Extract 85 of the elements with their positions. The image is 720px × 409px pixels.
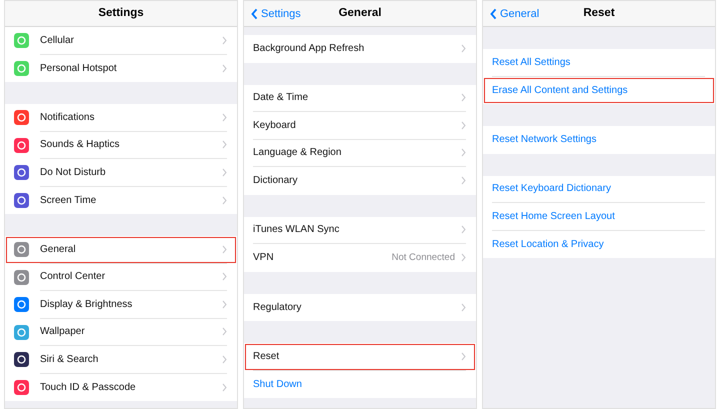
chevron-icon bbox=[222, 354, 227, 364]
list-row[interactable]: Reset bbox=[244, 343, 476, 370]
row-label: iTunes WLAN Sync bbox=[253, 223, 340, 238]
list-row[interactable]: Reset Keyboard Dictionary bbox=[483, 176, 715, 203]
list-row[interactable]: Screen Time bbox=[5, 186, 237, 214]
chevron-icon bbox=[461, 176, 466, 186]
chevron-icon bbox=[222, 64, 227, 73]
list-row[interactable]: Touch ID & Passcode bbox=[5, 374, 237, 401]
row-label: Sounds & Haptics bbox=[40, 138, 120, 152]
row-label: Siri & Search bbox=[40, 352, 100, 367]
row-label: Touch ID & Passcode bbox=[40, 380, 137, 395]
list-row[interactable]: VPN Not Connected bbox=[244, 244, 476, 272]
row-label: Reset Location & Privacy bbox=[492, 238, 605, 252]
list-row[interactable]: Cellular bbox=[5, 27, 237, 54]
row-label: Reset Network Settings bbox=[492, 133, 598, 148]
chevron-icon bbox=[461, 120, 466, 130]
row-label: Wallpaper bbox=[40, 325, 86, 340]
row-value: Not Connected bbox=[392, 250, 455, 265]
list-row[interactable]: Notifications bbox=[5, 104, 237, 132]
back-link[interactable]: General bbox=[490, 6, 540, 22]
list-row[interactable]: Sounds & Haptics bbox=[5, 132, 237, 159]
row-label: VPN bbox=[253, 251, 275, 266]
row-label: Screen Time bbox=[40, 194, 98, 208]
row-label: General bbox=[40, 242, 77, 257]
chevron-icon bbox=[222, 327, 227, 336]
chevron-icon bbox=[222, 244, 227, 254]
chevron-icon bbox=[222, 272, 227, 282]
row-label: Reset Keyboard Dictionary bbox=[492, 182, 612, 196]
row-label: Keyboard bbox=[253, 118, 297, 133]
screen-title: Reset bbox=[583, 6, 615, 21]
row-label: Reset All Settings bbox=[492, 56, 572, 70]
list-row[interactable]: Siri & Search bbox=[5, 346, 237, 374]
row-label: Background App Refresh bbox=[253, 42, 366, 56]
row-label: Regulatory bbox=[253, 300, 302, 315]
list-row[interactable]: Keyboard bbox=[244, 112, 476, 140]
chevron-icon bbox=[222, 300, 227, 309]
list-row[interactable]: Personal Hotspot bbox=[5, 54, 237, 82]
row-label: Language & Region bbox=[253, 146, 342, 160]
row-label: Reset Home Screen Layout bbox=[492, 210, 616, 224]
chevron-icon bbox=[461, 148, 466, 158]
chevron-icon bbox=[461, 253, 466, 262]
list-row[interactable]: iTunes WLAN Sync bbox=[244, 216, 476, 244]
list-row[interactable]: Shut Down bbox=[244, 370, 476, 398]
row-label: Cellular bbox=[40, 34, 75, 48]
chevron-icon bbox=[461, 44, 466, 54]
row-label: Dictionary bbox=[253, 174, 298, 188]
list-row[interactable]: Control Center bbox=[5, 264, 237, 291]
list-row[interactable]: General bbox=[5, 236, 237, 264]
row-label: Reset bbox=[253, 350, 280, 364]
list-row[interactable]: Wallpaper bbox=[5, 318, 237, 346]
row-label: Control Center bbox=[40, 270, 106, 284]
chevron-icon bbox=[222, 112, 227, 122]
list-row[interactable]: Do Not Disturb bbox=[5, 159, 237, 186]
row-label: Do Not Disturb bbox=[40, 166, 107, 180]
list-row[interactable]: Date & Time bbox=[244, 84, 476, 112]
chevron-icon bbox=[461, 352, 466, 361]
list-row[interactable]: Dictionary bbox=[244, 167, 476, 194]
back-chevron-icon bbox=[251, 8, 258, 20]
row-label: Date & Time bbox=[253, 91, 310, 106]
row-label: Personal Hotspot bbox=[40, 62, 118, 76]
list-row[interactable]: Reset All Settings bbox=[483, 49, 715, 76]
chevron-icon bbox=[222, 168, 227, 177]
chevron-icon bbox=[461, 93, 466, 102]
list-row[interactable]: Display & Brightness bbox=[5, 291, 237, 318]
screen-title: Settings bbox=[98, 6, 144, 21]
list-row[interactable]: Erase All Content and Settings bbox=[483, 76, 715, 104]
list-row[interactable]: Language & Region bbox=[244, 140, 476, 167]
row-label: Shut Down bbox=[253, 378, 303, 392]
list-row[interactable]: Reset Network Settings bbox=[483, 126, 715, 154]
list-row[interactable]: Reset Home Screen Layout bbox=[483, 203, 715, 230]
chevron-icon bbox=[461, 225, 466, 234]
chevron-icon bbox=[222, 140, 227, 150]
row-label: Display & Brightness bbox=[40, 298, 134, 312]
back-chevron-icon bbox=[490, 8, 497, 20]
chevron-icon bbox=[461, 302, 466, 312]
chevron-icon bbox=[222, 196, 227, 205]
row-label: Notifications bbox=[40, 110, 96, 125]
list-row[interactable]: Regulatory bbox=[244, 294, 476, 321]
row-label: Erase All Content and Settings bbox=[492, 84, 629, 98]
back-link[interactable]: Settings bbox=[251, 6, 301, 22]
screen-title: General bbox=[338, 6, 382, 21]
list-row[interactable]: Background App Refresh bbox=[244, 35, 476, 62]
chevron-icon bbox=[222, 36, 227, 45]
chevron-icon bbox=[222, 382, 227, 392]
list-row[interactable]: Reset Location & Privacy bbox=[483, 230, 715, 258]
